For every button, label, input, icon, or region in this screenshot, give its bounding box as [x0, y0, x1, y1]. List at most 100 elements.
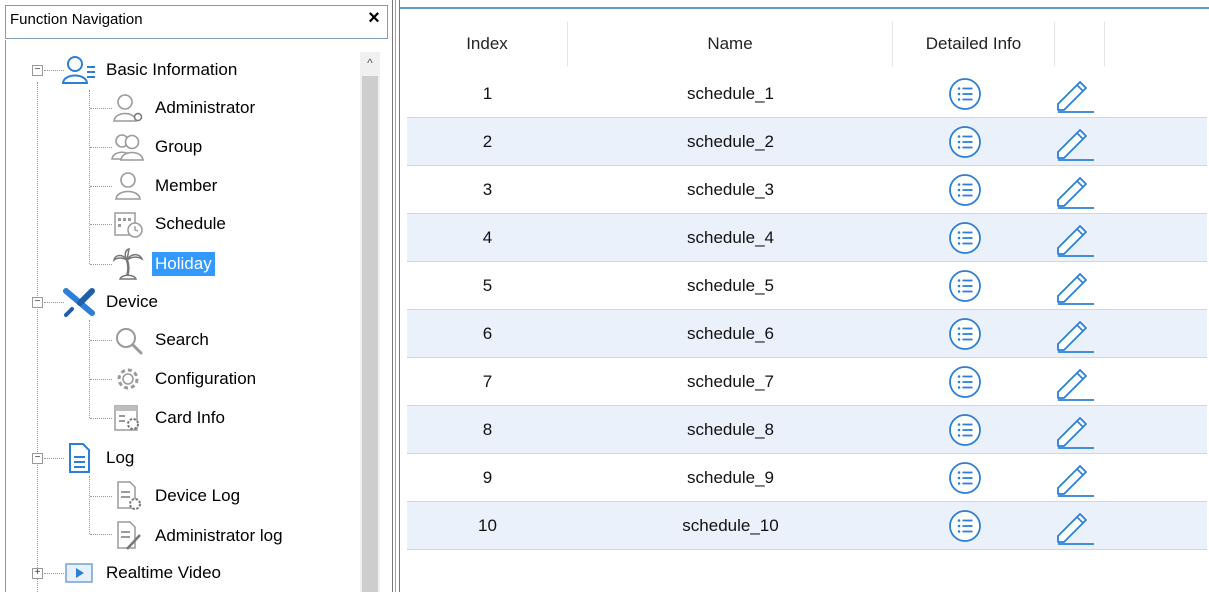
- list-circle-icon[interactable]: [947, 76, 983, 112]
- pencil-icon[interactable]: [1052, 218, 1096, 258]
- tree-label-group: Group: [155, 137, 203, 156]
- tree-item-administrator[interactable]: Administrator: [110, 90, 258, 126]
- row-name: schedule_7: [687, 372, 774, 391]
- pencil-icon[interactable]: [1052, 314, 1096, 354]
- row-index: 10: [478, 516, 497, 535]
- tree-expander-device[interactable]: −: [32, 297, 43, 308]
- table-row[interactable]: 9 schedule_9: [407, 454, 1207, 502]
- tree-connector: [90, 418, 112, 419]
- nav-scrollbar[interactable]: ^: [360, 52, 380, 592]
- list-circle-icon[interactable]: [947, 220, 983, 256]
- tree-item-card-info[interactable]: Card Info: [110, 400, 228, 436]
- pencil-icon[interactable]: [1052, 266, 1096, 306]
- panel-splitter[interactable]: [392, 0, 400, 592]
- function-navigation-panel: Function Navigation × − − − + Basic Info…: [0, 0, 392, 592]
- row-index: 8: [482, 420, 493, 439]
- pencil-icon[interactable]: [1052, 362, 1096, 402]
- document-gear-icon: [110, 479, 146, 513]
- row-index: 7: [482, 372, 493, 391]
- column-header-name[interactable]: Name: [568, 22, 893, 66]
- row-index: 4: [482, 228, 493, 247]
- tree-connector: [90, 379, 112, 380]
- close-icon[interactable]: ×: [363, 8, 385, 30]
- tree-connector: [90, 496, 112, 497]
- tree-label-realtime-video: Realtime Video: [106, 563, 221, 582]
- list-circle-icon[interactable]: [947, 364, 983, 400]
- row-name: schedule_4: [687, 228, 774, 247]
- list-circle-icon[interactable]: [947, 316, 983, 352]
- tree-item-device-log[interactable]: Device Log: [110, 478, 243, 514]
- tree-item-administrator-log[interactable]: Administrator log: [110, 518, 286, 554]
- tree-connector: [89, 320, 90, 418]
- schedule-list-panel: Index Name Detailed Info 1 schedule_1 2 sch…: [400, 0, 1209, 592]
- pencil-icon[interactable]: [1052, 74, 1096, 114]
- tree-expander-basic[interactable]: −: [32, 65, 43, 76]
- row-index: 1: [482, 84, 493, 103]
- table-row[interactable]: 10 schedule_10: [407, 502, 1207, 550]
- row-name: schedule_9: [687, 468, 774, 487]
- gear-icon: [110, 362, 146, 396]
- content-top-border: [400, 7, 1209, 9]
- tree-item-log[interactable]: Log: [61, 440, 137, 476]
- tree-expander-log[interactable]: −: [32, 453, 43, 464]
- tree-item-basic-information[interactable]: Basic Information: [61, 52, 240, 88]
- row-name: schedule_6: [687, 324, 774, 343]
- tree-connector: [89, 90, 90, 264]
- pencil-icon[interactable]: [1052, 506, 1096, 546]
- list-circle-icon[interactable]: [947, 124, 983, 160]
- tree-connector: [90, 108, 112, 109]
- document-pen-icon: [110, 519, 146, 553]
- tree-label-basic-information: Basic Information: [106, 60, 238, 79]
- list-circle-icon[interactable]: [947, 508, 983, 544]
- tree-connector: [90, 534, 112, 535]
- tree-label-holiday: Holiday: [152, 252, 215, 276]
- table-row[interactable]: 2 schedule_2: [407, 118, 1207, 166]
- table-header: Index Name Detailed Info: [407, 22, 1207, 66]
- table-row[interactable]: 5 schedule_5: [407, 262, 1207, 310]
- user-icon: [110, 169, 146, 203]
- pencil-icon[interactable]: [1052, 122, 1096, 162]
- magnifier-icon: [110, 323, 146, 357]
- table-row[interactable]: 4 schedule_4: [407, 214, 1207, 262]
- tree-item-realtime-video[interactable]: Realtime Video: [61, 555, 224, 591]
- scroll-up-arrow-icon[interactable]: ^: [360, 52, 380, 74]
- tree-item-configuration[interactable]: Configuration: [110, 361, 259, 397]
- row-index: 2: [482, 132, 493, 151]
- row-name: schedule_2: [687, 132, 774, 151]
- tree-item-schedule[interactable]: Schedule: [110, 206, 229, 242]
- scroll-thumb[interactable]: [362, 76, 378, 592]
- users-icon: [110, 130, 146, 164]
- tree-item-holiday[interactable]: Holiday: [110, 246, 215, 282]
- tree-label-card-info: Card Info: [155, 408, 225, 427]
- tree-label-administrator: Administrator: [155, 98, 256, 117]
- table-row[interactable]: 7 schedule_7: [407, 358, 1207, 406]
- row-name: schedule_3: [687, 180, 774, 199]
- column-header-edit: [1055, 22, 1105, 66]
- pencil-icon[interactable]: [1052, 458, 1096, 498]
- column-header-index[interactable]: Index: [407, 22, 568, 66]
- row-name: schedule_1: [687, 84, 774, 103]
- list-circle-icon[interactable]: [947, 268, 983, 304]
- navigation-tree: − − − + Basic Information Administrator …: [5, 40, 388, 592]
- tree-item-search[interactable]: Search: [110, 322, 212, 358]
- table-row[interactable]: 8 schedule_8: [407, 406, 1207, 454]
- list-circle-icon[interactable]: [947, 172, 983, 208]
- tree-label-member: Member: [155, 176, 218, 195]
- row-index: 5: [482, 276, 493, 295]
- pencil-icon[interactable]: [1052, 170, 1096, 210]
- column-header-detailed-info[interactable]: Detailed Info: [893, 22, 1055, 66]
- row-index: 6: [482, 324, 493, 343]
- tree-expander-realtime[interactable]: +: [32, 568, 43, 579]
- table-row[interactable]: 3 schedule_3: [407, 166, 1207, 214]
- list-circle-icon[interactable]: [947, 412, 983, 448]
- tree-label-configuration: Configuration: [155, 369, 257, 388]
- tree-item-device[interactable]: Device: [61, 284, 161, 320]
- tree-item-member[interactable]: Member: [110, 168, 220, 204]
- table-row[interactable]: 1 schedule_1: [407, 70, 1207, 118]
- tree-connector: [37, 82, 38, 592]
- palm-tree-icon: [110, 247, 146, 281]
- pencil-icon[interactable]: [1052, 410, 1096, 450]
- tree-item-group[interactable]: Group: [110, 129, 205, 165]
- table-row[interactable]: 6 schedule_6: [407, 310, 1207, 358]
- list-circle-icon[interactable]: [947, 460, 983, 496]
